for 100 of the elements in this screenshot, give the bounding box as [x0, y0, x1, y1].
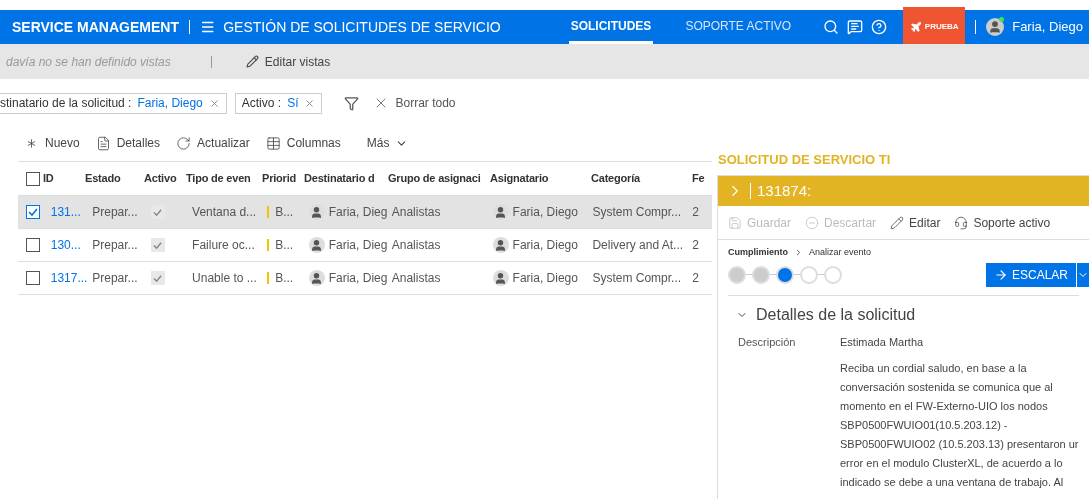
- column-header[interactable]: Fe: [692, 170, 705, 187]
- filter-chip[interactable]: stinatario de la solicitud : Faria, Diego: [0, 92, 227, 114]
- table-cell-text: Faria, Diego: [512, 270, 578, 287]
- column-header[interactable]: Tipo de even: [186, 170, 251, 187]
- table-cell[interactable]: 1317...: [50, 269, 93, 287]
- breadcrumb-item[interactable]: Cumplimiento: [728, 246, 788, 260]
- section-header[interactable]: Detalles de la solicitud: [728, 295, 1079, 334]
- escalate-button[interactable]: ESCALAR: [985, 262, 1076, 287]
- nav-tab[interactable]: SOPORTE ACTIVO: [683, 10, 794, 44]
- edit-views-button[interactable]: Editar vistas: [245, 52, 331, 71]
- table-cell-text: B...: [275, 204, 294, 221]
- chat-icon[interactable]: [847, 19, 864, 35]
- table-cell-text: Failure oc...: [192, 237, 256, 254]
- description-text: Estimada Martha: [840, 334, 925, 350]
- column-header[interactable]: Categoría: [591, 170, 640, 187]
- priority-bar: [267, 272, 270, 284]
- table-cell-text: Faria, Dieg: [328, 204, 388, 221]
- table-cell-text: B...: [275, 270, 294, 287]
- table-cell[interactable]: 131...: [50, 203, 93, 221]
- checkbox[interactable]: [26, 205, 40, 219]
- filter-chip[interactable]: Activo : Sí: [234, 92, 323, 114]
- save-icon: [728, 215, 742, 230]
- document-icon: [95, 135, 111, 151]
- description-text: error en el modulo ClusterXL, de acuerdo a lo: [840, 456, 1064, 471]
- pencil-icon: [245, 55, 259, 68]
- toolbar-button[interactable]: Columnas: [265, 134, 341, 152]
- pencil-icon: [890, 215, 905, 230]
- table-cell-text: Prepar...: [92, 270, 139, 287]
- table-icon: [265, 135, 281, 151]
- column-header[interactable]: Asignatario: [490, 170, 549, 187]
- table-cell[interactable]: 130...: [50, 236, 93, 254]
- user-avatar-icon: [308, 237, 325, 253]
- table-cell-text: Unable to ...: [192, 270, 258, 287]
- close-icon[interactable]: [304, 97, 316, 109]
- toolbar-button[interactable]: Más: [366, 134, 409, 152]
- user-avatar-icon: [492, 237, 509, 253]
- search-icon[interactable]: [823, 19, 840, 35]
- checkbox[interactable]: [26, 171, 40, 186]
- brand-title: SERVICE MANAGEMENT: [12, 17, 179, 37]
- user-avatar-icon: [492, 204, 509, 220]
- process-step[interactable]: [776, 265, 794, 284]
- headset-icon: [954, 215, 969, 230]
- table-cell-text: Delivery and At...: [592, 237, 685, 254]
- table-cell-text: Faria, Dieg: [328, 237, 388, 254]
- table-cell-text: Analistas: [391, 237, 442, 254]
- description-text: indicado se debe a una ventana de trabajo. Al: [840, 475, 1065, 490]
- table-cell-text: Analistas: [391, 270, 442, 287]
- clear-all-button[interactable]: Borrar todo: [373, 94, 456, 112]
- toolbar-button[interactable]: Nuevo: [24, 134, 80, 152]
- escalate-menu-button[interactable]: [1077, 262, 1089, 287]
- description-text: momento en el FW-Externo-UIO los nodos: [840, 399, 1049, 414]
- refresh-icon: [176, 135, 192, 151]
- user-name[interactable]: Faria, Diego: [1012, 17, 1083, 37]
- description-text: Reciba un cordial saludo, en base a la: [840, 361, 1028, 376]
- breadcrumb-separator-icon: [794, 248, 803, 258]
- page-title: GESTIÓN DE SOLICITUDES DE SERVICIO: [223, 17, 501, 37]
- table-cell-text: Faria, Diego: [512, 237, 578, 254]
- table-cell-text: Faria, Diego: [512, 204, 578, 221]
- user-avatar-icon: [492, 270, 509, 286]
- table-cell-text: 2: [692, 204, 700, 221]
- record-id: 131874:: [757, 180, 812, 201]
- user-avatar-icon: [308, 204, 325, 220]
- column-header[interactable]: Activo: [144, 170, 177, 187]
- priority-bar: [267, 239, 270, 251]
- plane-icon: [909, 21, 922, 33]
- views-empty-text: davía no se han definido vistas: [6, 53, 171, 71]
- table-cell-text: Faria, Dieg: [328, 270, 388, 287]
- help-icon[interactable]: [871, 19, 888, 35]
- breadcrumb-item: Analizar evento: [809, 246, 872, 259]
- column-header[interactable]: ID: [43, 170, 54, 187]
- field-label: Descripción: [738, 334, 797, 350]
- description-text: SBP0500FWUIO01(10.5.203.12) -: [840, 418, 1009, 433]
- user-avatar-icon: [308, 270, 325, 286]
- close-icon[interactable]: [208, 97, 220, 109]
- checkbox[interactable]: [26, 271, 40, 285]
- column-header[interactable]: Priorid: [262, 170, 297, 187]
- table-cell-text: B...: [275, 237, 294, 254]
- user-avatar-icon[interactable]: [986, 18, 1005, 36]
- table-cell-text: Ventana d...: [192, 204, 258, 221]
- checkbox[interactable]: [26, 238, 40, 252]
- table-cell-text: Analistas: [391, 204, 442, 221]
- action-button[interactable]: Editar: [890, 213, 941, 232]
- table-row[interactable]: 131... Prepar... Ventana d... B... Faria, Dieg Analistas Faria, Diego System Compr... 2: [18, 195, 712, 228]
- description-text: conversación sostenida se comunica que al: [840, 380, 1054, 395]
- arrow-right-icon: [993, 267, 1008, 282]
- column-header[interactable]: Estado: [85, 170, 121, 187]
- table-cell-text: System Compr...: [592, 204, 683, 221]
- action-button[interactable]: Soporte activo: [954, 213, 1051, 232]
- description-text: SBP0500FWUIO02 (10.5.203.13) presentaron ur: [840, 437, 1079, 452]
- table-cell-text: Prepar...: [92, 204, 139, 221]
- table-cell-text: System Compr...: [592, 270, 683, 287]
- minus-circle-icon: [805, 215, 820, 230]
- toolbar-button[interactable]: Actualizar: [176, 134, 250, 152]
- column-header[interactable]: Grupo de asignaci: [388, 170, 481, 187]
- add-filter-icon[interactable]: [344, 95, 360, 111]
- column-header[interactable]: Destinatario d: [304, 170, 375, 187]
- table-cell-text: Prepar...: [92, 237, 139, 254]
- table-cell-text: 2: [692, 237, 700, 254]
- priority-bar: [267, 206, 270, 218]
- toolbar-button[interactable]: Detalles: [95, 134, 161, 152]
